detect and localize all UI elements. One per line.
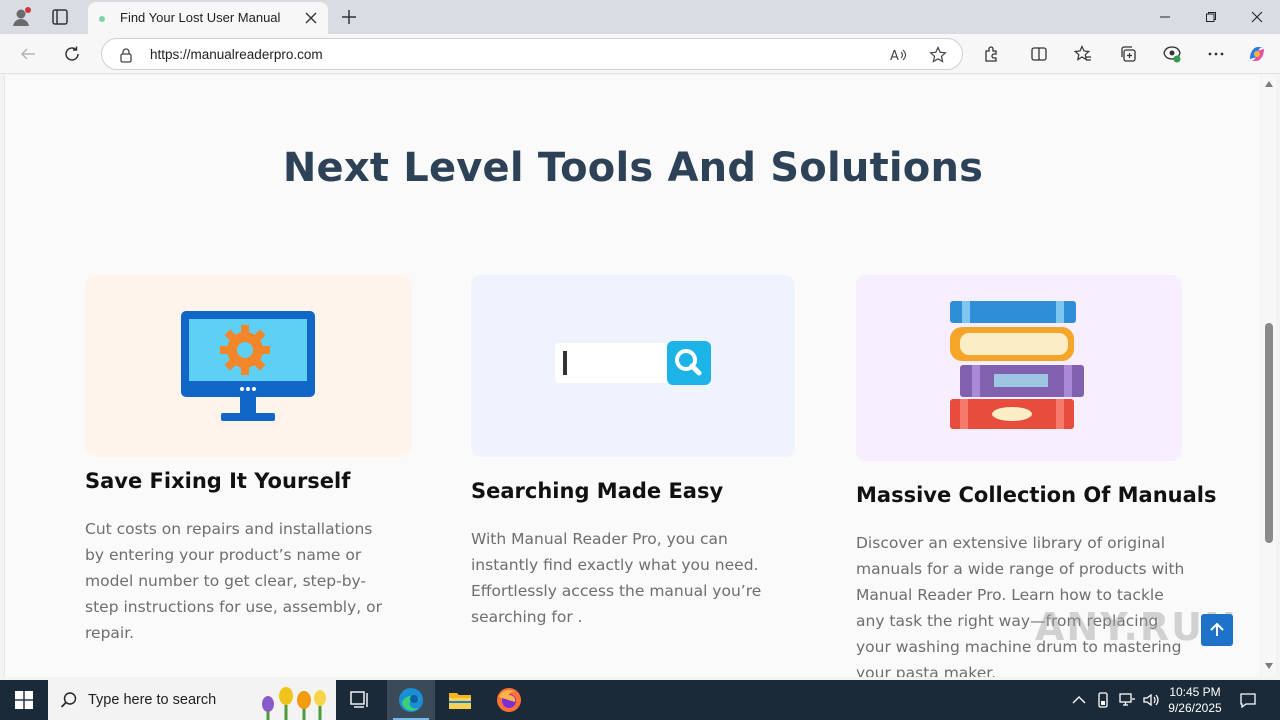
card-image-repair: [85, 275, 412, 457]
volume-icon[interactable]: [1142, 691, 1160, 709]
card-text-repair: Cut costs on repairs and installations b…: [85, 520, 382, 642]
card-image-collection: [856, 275, 1182, 461]
card-text-search: With Manual Reader Pro, you can instantl…: [471, 530, 762, 626]
address-bar[interactable]: https://manualreaderpro.com A: [101, 38, 963, 70]
firefox-icon[interactable]: [485, 680, 533, 720]
restore-icon[interactable]: [1188, 0, 1234, 34]
search-icon: [60, 691, 78, 709]
show-hidden-icons-icon[interactable]: [1070, 691, 1088, 709]
copilot-icon[interactable]: [1246, 43, 1268, 65]
arrow-up-icon: [1210, 622, 1224, 636]
browser-essentials-icon[interactable]: [1161, 43, 1183, 65]
site-info-icon[interactable]: [118, 47, 134, 63]
url-text: https://manualreaderpro.com: [150, 47, 323, 62]
minimize-icon[interactable]: [1142, 0, 1188, 34]
scroll-down-icon[interactable]: [1265, 663, 1273, 669]
favorite-add-icon[interactable]: [929, 46, 947, 64]
page-viewport: Next Level Tools And Solutions Save Fixi…: [4, 75, 1260, 677]
card-title-collection: Massive Collection Of Manuals: [856, 483, 1217, 507]
tab-bar: Find Your Lost User Manual: [0, 0, 1280, 34]
close-tab-icon[interactable]: [304, 11, 318, 25]
device-icon[interactable]: [1094, 691, 1112, 709]
clock-time: 10:45 PM: [1169, 685, 1221, 699]
svg-text:A: A: [890, 49, 899, 64]
back-icon[interactable]: [16, 42, 40, 66]
close-window-icon[interactable]: [1234, 0, 1280, 34]
taskbar: Type here to search 10:45 PM 9/26/2025: [0, 680, 1280, 720]
address-toolbar: https://manualreaderpro.com A: [0, 34, 1280, 74]
clock[interactable]: 10:45 PM 9/26/2025: [1160, 684, 1230, 716]
search-placeholder: Type here to search: [88, 692, 217, 708]
profile-icon[interactable]: [10, 6, 32, 28]
books-stack-icon: [950, 301, 1084, 429]
favorites-icon[interactable]: [1072, 43, 1094, 65]
extensions-icon[interactable]: [980, 43, 1002, 65]
tab-actions-icon[interactable]: [50, 7, 70, 27]
notifications-icon[interactable]: [1239, 691, 1257, 709]
windows-icon: [15, 691, 33, 709]
card-title-repair: Save Fixing It Yourself: [85, 469, 351, 493]
search-bar-icon: [555, 341, 711, 385]
more-icon[interactable]: [1205, 43, 1227, 65]
scrollbar-thumb[interactable]: [1265, 323, 1273, 543]
tulips-decoration-icon: [262, 687, 326, 720]
tab-title: Find Your Lost User Manual: [120, 10, 281, 25]
start-button[interactable]: [0, 680, 48, 720]
active-tab[interactable]: Find Your Lost User Manual: [88, 2, 328, 34]
collections-icon[interactable]: [1117, 43, 1139, 65]
file-explorer-icon[interactable]: [436, 680, 484, 720]
task-view-icon[interactable]: [336, 680, 384, 720]
split-screen-icon[interactable]: [1028, 43, 1050, 65]
monitor-gear-icon: [181, 311, 315, 421]
card-image-search: [471, 275, 795, 457]
network-icon[interactable]: [1118, 691, 1136, 709]
taskbar-search[interactable]: Type here to search: [48, 680, 336, 720]
edge-taskbar-icon[interactable]: [387, 680, 435, 720]
page-scrollbar[interactable]: [1262, 75, 1276, 677]
section-title: Next Level Tools And Solutions: [282, 145, 984, 191]
read-aloud-icon[interactable]: A: [889, 46, 907, 64]
card-title-search: Searching Made Easy: [471, 479, 724, 503]
site-favicon-icon: [96, 12, 108, 24]
refresh-icon[interactable]: [60, 42, 84, 66]
card-text-collection: Discover an extensive library of origina…: [856, 534, 1185, 677]
new-tab-icon[interactable]: [338, 6, 360, 28]
back-to-top-button[interactable]: [1201, 614, 1233, 646]
scroll-up-icon[interactable]: [1265, 81, 1273, 87]
clock-date: 9/26/2025: [1168, 701, 1222, 715]
